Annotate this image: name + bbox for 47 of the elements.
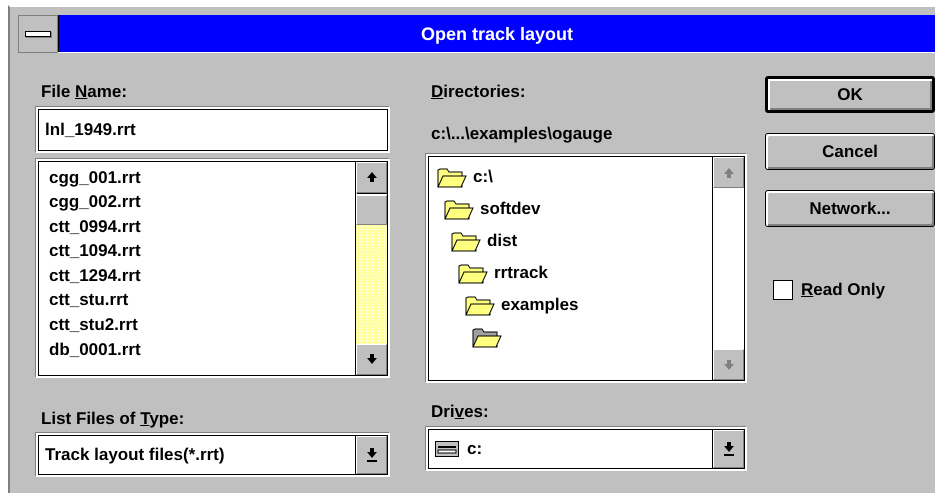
directory-name[interactable]: examples <box>501 292 578 318</box>
folder-icon <box>437 166 467 188</box>
file-item[interactable]: ctt_1294.rrt <box>49 264 345 288</box>
dropdown-button[interactable] <box>356 436 387 474</box>
directory-name[interactable]: dist <box>487 228 518 254</box>
scroll-thumb[interactable] <box>356 194 387 224</box>
file-item[interactable]: db_0001.rrt <box>49 338 345 362</box>
directories-label: Directories: <box>431 81 526 103</box>
folder-icon <box>444 198 474 220</box>
up-arrow-icon <box>722 166 734 178</box>
dropdown-arrow-icon <box>366 447 378 463</box>
drive-value: c: <box>467 438 482 460</box>
file-item[interactable]: ctt_stu2.rrt <box>49 313 345 338</box>
shaded-folder-icon <box>472 326 502 348</box>
file-item[interactable]: ctt_1094.rrt <box>49 239 345 264</box>
folder-icon <box>465 294 495 316</box>
directory-name[interactable]: softdev <box>480 196 540 222</box>
drive-icon <box>435 440 459 456</box>
up-arrow-icon <box>366 171 378 183</box>
file-type-value: Track layout files(*.rrt) <box>45 444 225 466</box>
window-title: Open track layout <box>58 15 935 52</box>
dialog-button[interactable]: OK <box>765 76 935 113</box>
file-item[interactable]: cgg_002.rrt <box>49 190 345 215</box>
directory-name[interactable]: c:\ <box>473 164 493 190</box>
folder-icon <box>451 230 481 252</box>
file-name-label: File Name: <box>41 81 128 103</box>
drives-label: Drives: <box>431 401 490 423</box>
dialog-button[interactable]: Cancel <box>765 133 935 170</box>
directory-path: c:\...\examples\ogauge <box>431 122 614 145</box>
dropdown-button[interactable] <box>713 430 744 468</box>
directory-name[interactable]: rrtrack <box>494 260 548 286</box>
file-item[interactable]: cgg_001.rrt <box>49 166 345 190</box>
file-item[interactable]: ctt_0994.rrt <box>49 214 345 240</box>
scroll-up-button[interactable] <box>356 162 387 192</box>
down-arrow-icon <box>722 358 734 370</box>
file-type-dropdown[interactable]: Track layout files(*.rrt) <box>38 435 388 475</box>
dialog-button[interactable]: Network... <box>765 190 935 227</box>
system-menu-button[interactable] <box>18 15 58 53</box>
file-type-label: List Files of Type: <box>41 408 186 430</box>
dropdown-arrow-icon <box>722 440 734 456</box>
scroll-down-button[interactable] <box>356 344 387 374</box>
read-only-label: Read Only <box>801 279 886 301</box>
drives-dropdown[interactable]: c: <box>428 428 745 468</box>
file-item[interactable]: ctt_stu.rrt <box>49 288 345 314</box>
read-only-checkbox[interactable] <box>773 280 793 300</box>
down-arrow-icon <box>366 353 378 365</box>
folder-icon <box>458 262 488 284</box>
